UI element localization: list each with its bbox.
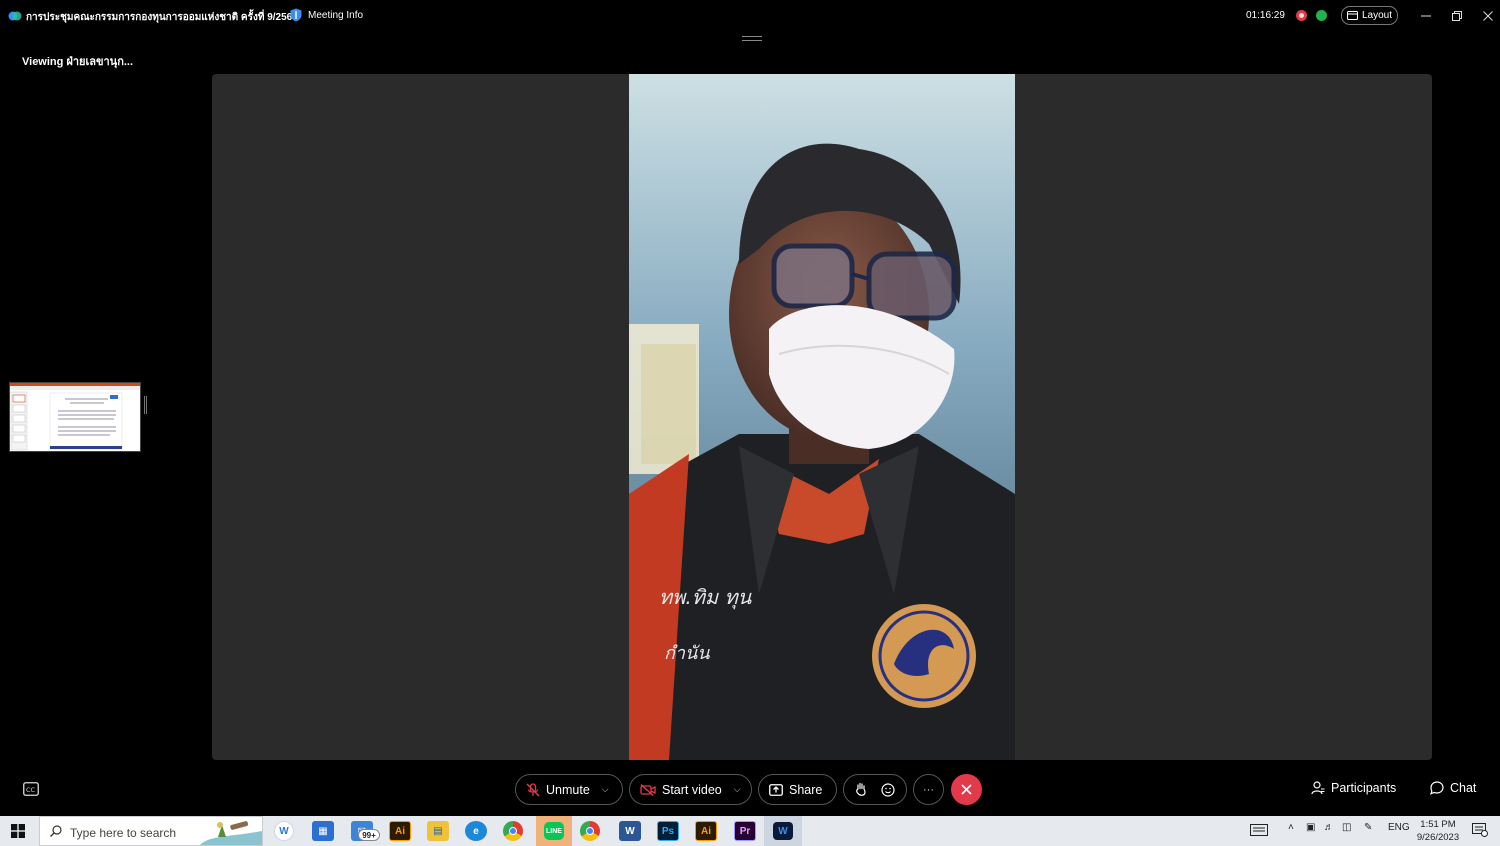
muted-microphone-icon bbox=[526, 782, 540, 796]
tray-volume-icon[interactable]: ♬ bbox=[1324, 822, 1334, 833]
layout-icon bbox=[1346, 11, 1358, 20]
search-icon bbox=[50, 825, 62, 837]
connection-status-icon[interactable] bbox=[1316, 10, 1327, 21]
taskbar-illustrator-icon[interactable]: Ai bbox=[389, 821, 411, 841]
taskbar-edge-icon[interactable]: e bbox=[465, 821, 487, 841]
chevron-down-icon[interactable]: ⌵ bbox=[734, 784, 741, 795]
restore-icon bbox=[1452, 11, 1462, 21]
clock-date: 9/26/2023 bbox=[1416, 832, 1460, 843]
search-highlight-image bbox=[200, 821, 262, 845]
more-options-button[interactable]: ··· bbox=[913, 774, 944, 805]
chat-label: Chat bbox=[1450, 781, 1477, 795]
svg-text:CC: CC bbox=[26, 786, 36, 794]
taskbar-photoshop-icon[interactable]: Ps bbox=[657, 821, 679, 841]
unmute-button[interactable]: Unmute ⌵ bbox=[515, 774, 623, 805]
taskbar-store-icon[interactable]: ▦ bbox=[312, 821, 334, 841]
search-placeholder: Type here to search bbox=[70, 826, 177, 840]
participant-video[interactable]: ทพ.ทิม ทุน กำนัน bbox=[629, 74, 1015, 760]
notifications-icon[interactable] bbox=[1472, 823, 1488, 840]
taskbar-webex-active[interactable]: W bbox=[764, 816, 802, 846]
mail-badge: 99+ bbox=[358, 829, 380, 841]
captions-icon[interactable]: CC bbox=[23, 782, 39, 796]
participants-button[interactable]: Participants bbox=[1311, 781, 1396, 795]
viewing-label: Viewing ฝ่ายเลขานุก... bbox=[22, 56, 134, 68]
share-screen-icon bbox=[769, 783, 783, 796]
meeting-timer: 01:16:29 bbox=[1246, 10, 1285, 21]
taskbar-clock[interactable]: 1:51 PM 9/26/2023 bbox=[1412, 818, 1464, 844]
share-label: Share bbox=[789, 782, 823, 797]
chat-icon bbox=[1430, 781, 1444, 795]
shared-content-thumbnail[interactable] bbox=[9, 382, 141, 452]
tray-network-icon[interactable]: ▣ bbox=[1306, 822, 1315, 833]
taskbar-word-icon[interactable]: W bbox=[619, 821, 641, 841]
meeting-title: การประชุมคณะกรรมการกองทุนการออมแห่งชาติ … bbox=[26, 12, 298, 23]
minimize-icon bbox=[1421, 15, 1431, 17]
start-video-button[interactable]: Start video ⌵ bbox=[629, 774, 752, 805]
layout-label: Layout bbox=[1361, 10, 1393, 21]
clock-time: 1:51 PM bbox=[1420, 819, 1456, 830]
taskbar-file-explorer-icon[interactable]: ▤ bbox=[427, 821, 449, 841]
svg-text:ทพ.ทิม ทุน: ทพ.ทิม ทุน bbox=[659, 585, 753, 610]
leave-meeting-button[interactable] bbox=[951, 774, 982, 805]
reactions-group bbox=[843, 774, 907, 805]
recording-indicator-icon[interactable] bbox=[1296, 10, 1307, 21]
shield-icon bbox=[290, 8, 302, 22]
slide-preview-image bbox=[10, 383, 140, 451]
participants-label: Participants bbox=[1331, 781, 1397, 795]
taskbar-search-box[interactable]: Type here to search bbox=[39, 816, 263, 846]
drag-handle-icon[interactable] bbox=[742, 36, 762, 41]
participant-video-image: ทพ.ทิม ทุน กำนัน bbox=[629, 74, 1015, 760]
video-off-icon bbox=[640, 783, 656, 796]
chevron-down-icon[interactable]: ⌵ bbox=[602, 784, 609, 795]
taskbar-premiere-icon[interactable]: Pr bbox=[734, 821, 756, 841]
tray-display-icon[interactable]: ◫ bbox=[1342, 822, 1351, 833]
start-video-label: Start video bbox=[662, 782, 722, 797]
tray-language[interactable]: ENG bbox=[1388, 822, 1410, 833]
restore-button[interactable] bbox=[1447, 6, 1467, 26]
raise-hand-icon[interactable] bbox=[855, 782, 867, 797]
close-button[interactable] bbox=[1478, 6, 1498, 26]
taskbar-illustrator-2-icon[interactable]: Ai bbox=[695, 821, 717, 841]
participants-icon bbox=[1311, 781, 1325, 795]
more-options-icon: ··· bbox=[923, 783, 934, 796]
meeting-info-label: Meeting Info bbox=[308, 9, 364, 21]
taskbar-widget-app-icon[interactable]: W bbox=[274, 821, 294, 841]
tray-chevron-up-icon[interactable]: ˄ bbox=[1288, 822, 1294, 833]
taskbar-chrome-profile-icon[interactable] bbox=[580, 821, 600, 841]
chat-button[interactable]: Chat bbox=[1430, 781, 1476, 795]
tray-touch-keyboard-icon[interactable] bbox=[1250, 824, 1268, 839]
share-button[interactable]: Share bbox=[758, 774, 837, 805]
thumbnail-resize-handle-icon[interactable] bbox=[144, 396, 147, 414]
taskbar-line-app-highlight[interactable]: LINE bbox=[536, 816, 572, 846]
close-icon bbox=[961, 784, 972, 795]
reactions-icon[interactable] bbox=[881, 782, 895, 797]
close-icon bbox=[1483, 11, 1493, 21]
unmute-label: Unmute bbox=[546, 782, 590, 797]
taskbar-chrome-icon[interactable] bbox=[503, 821, 523, 841]
tray-pen-icon[interactable]: ✎ bbox=[1364, 822, 1372, 833]
minimize-button[interactable] bbox=[1416, 6, 1436, 26]
meeting-info-button[interactable]: Meeting Info bbox=[290, 8, 363, 22]
svg-text:กำนัน: กำนัน bbox=[664, 643, 710, 664]
windows-start-icon[interactable] bbox=[11, 824, 25, 838]
webex-logo-icon bbox=[8, 11, 22, 21]
layout-button[interactable]: Layout bbox=[1341, 6, 1398, 25]
